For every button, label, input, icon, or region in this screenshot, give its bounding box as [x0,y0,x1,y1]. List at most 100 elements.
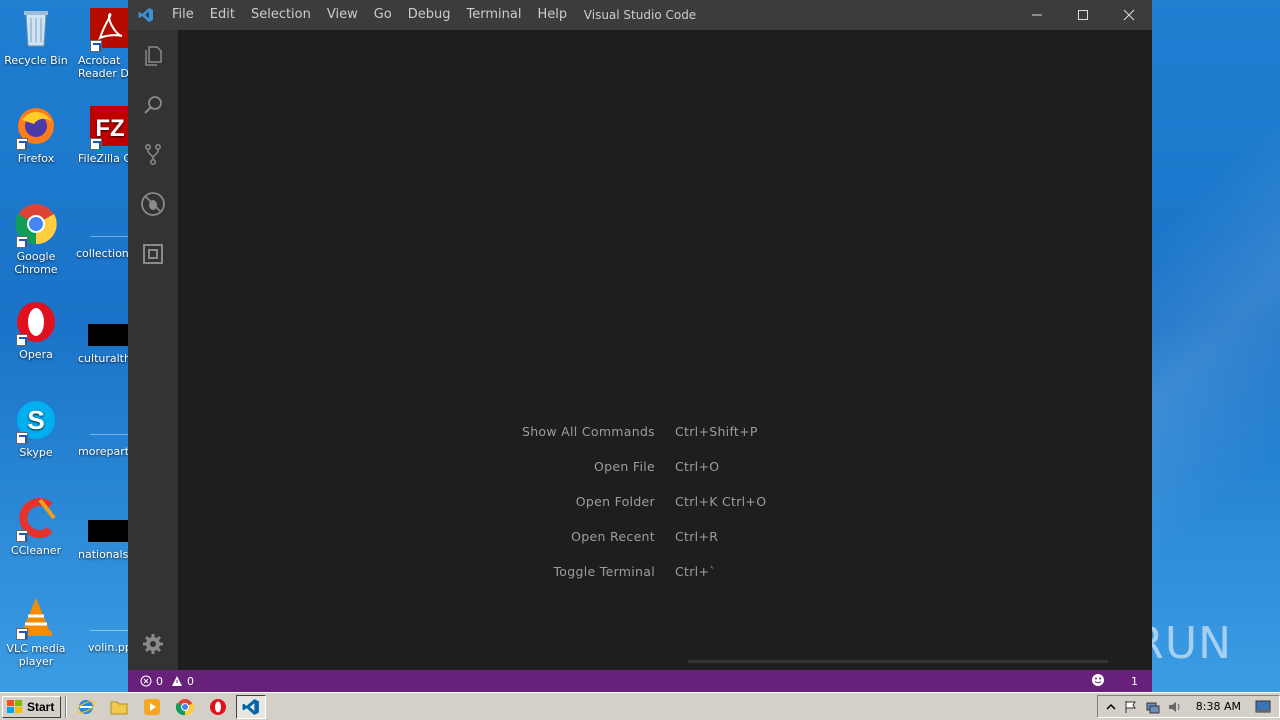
menu-debug[interactable]: Debug [400,0,459,30]
title-bar: File Edit Selection View Go Debug Termin… [128,0,1152,30]
problems-indicator[interactable]: 0 0 [128,675,194,688]
internet-explorer-icon [77,699,96,714]
taskbar-chrome[interactable] [170,695,200,719]
vscode-window: File Edit Selection View Go Debug Termin… [128,0,1152,692]
clock[interactable]: 8:38 AM [1196,700,1241,713]
start-button[interactable]: Start [2,695,62,718]
error-icon [140,675,152,687]
desktop-icon-label: moreparty [78,445,136,458]
desktop-icon-label: culturalthi [78,352,135,365]
menu-help[interactable]: Help [529,0,575,30]
hint-row: Open Folder Ctrl+K Ctrl+O [178,494,766,509]
editor-area[interactable]: Show All Commands Ctrl+Shift+P Open File… [178,30,1152,670]
file-icon [88,324,128,346]
maximize-button[interactable] [1060,0,1106,30]
files-icon [145,46,162,66]
desktop-icon-label: Recycle Bin [4,54,68,67]
hint-row: Show All Commands Ctrl+Shift+P [178,424,758,439]
manage-button[interactable] [128,620,178,668]
desktop-icon-file-1[interactable]: collectionas [76,236,136,260]
windows-logo-icon [7,699,22,713]
volume-icon [1168,701,1180,712]
menu-selection[interactable]: Selection [243,0,319,30]
desktop-icon-label: volin.pp [88,641,132,654]
desktop-icon-label: Google Chrome [14,250,58,276]
hint-label: Open Recent [571,529,655,544]
show-desktop-icon [1255,700,1271,712]
hint-key: Ctrl+Shift+P [675,424,758,439]
taskbar-vscode[interactable] [236,694,267,719]
desktop-icon-ccleaner[interactable]: CCleaner [0,496,72,557]
hint-key: Ctrl+K Ctrl+O [675,494,767,509]
desktop-icon-opera[interactable]: Opera [0,300,72,361]
source-control-icon [145,144,161,165]
desktop-icon-label: CCleaner [10,544,62,557]
status-right: 1 [1091,670,1138,692]
opera-icon [14,300,58,346]
vlc-icon [14,594,58,640]
hint-key: Ctrl+` [675,564,716,579]
taskbar-explorer[interactable] [104,695,134,719]
filezilla-icon: FZ [88,104,132,150]
acrobat-icon [88,6,132,52]
activity-bar [128,30,178,670]
desktop-icon-skype[interactable]: S Skype [0,398,72,459]
warning-icon [172,676,182,686]
search-button[interactable] [128,81,178,129]
taskbar-media-player[interactable] [137,695,167,719]
svg-text:S: S [27,405,44,435]
menu-edit[interactable]: Edit [202,0,243,30]
desktop-icon-label: Opera [19,348,53,361]
notifications-count[interactable]: 1 [1131,675,1138,688]
source-control-button[interactable] [128,130,178,178]
menu-view[interactable]: View [319,0,366,30]
explorer-button[interactable] [128,32,178,80]
minimize-button[interactable] [1014,0,1060,30]
hint-label: Toggle Terminal [553,564,655,579]
minimize-icon [1032,14,1042,16]
hint-row: Open Recent Ctrl+R [178,529,718,544]
extensions-button[interactable] [128,230,178,278]
close-button[interactable] [1106,0,1152,30]
hint-key: Ctrl+R [675,529,719,544]
status-bar: 0 0 1 [128,670,1152,692]
menu-terminal[interactable]: Terminal [459,0,530,30]
desktop-icon-vlc[interactable]: VLC media player [0,594,72,668]
menu-file[interactable]: File [164,0,202,30]
vscode-icon [242,698,260,715]
taskbar-ie[interactable] [71,695,101,719]
debug-button[interactable] [128,180,178,228]
extensions-icon [143,244,163,264]
close-icon [1123,9,1135,21]
opera-icon [210,698,227,715]
start-label: Start [27,699,55,714]
hint-key: Ctrl+O [675,459,720,474]
desktop-icon-recycle-bin[interactable]: Recycle Bin [0,6,72,67]
desktop-icon-firefox[interactable]: Firefox [0,104,72,165]
skype-icon: S [14,398,58,444]
hint-label: Show All Commands [521,424,655,439]
gear-icon [143,634,163,654]
file-icon [88,520,128,542]
taskbar-opera[interactable] [203,695,233,719]
firefox-icon [14,104,58,150]
desktop-icon-chrome[interactable]: Google Chrome [0,202,72,276]
desktop-icon-label: collectionas [76,247,136,260]
desktop-icon-label: nationalst [78,548,133,561]
feedback-button[interactable] [1091,673,1105,690]
debug-icon [141,192,165,216]
system-tray: 8:38 AM [1096,695,1280,718]
ccleaner-icon [14,496,58,542]
file-icon [90,434,130,435]
smiley-icon [1092,673,1104,686]
maximize-icon [1078,10,1088,20]
vscode-logo-icon [128,0,164,30]
recycle-bin-icon [14,6,58,50]
menu-go[interactable]: Go [366,0,400,30]
file-icon [90,236,130,237]
search-icon [144,96,162,114]
file-icon [90,630,130,631]
hint-label: Open Folder [575,494,655,509]
horizontal-scrollbar[interactable] [688,660,1108,663]
media-player-icon [144,698,161,715]
